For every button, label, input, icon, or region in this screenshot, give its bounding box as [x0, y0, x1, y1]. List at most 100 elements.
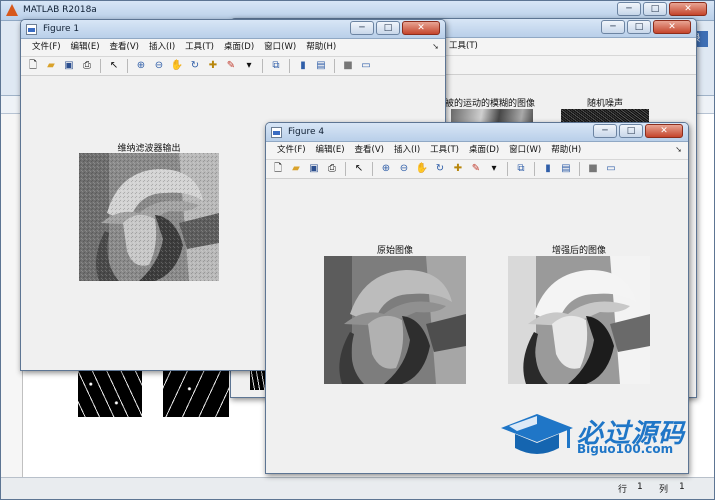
matlab-minimize-button[interactable]: ─ [617, 2, 641, 16]
toolbar-separator [372, 162, 373, 176]
figure4-titlebar[interactable]: Figure 4 ─ □ ✕ [266, 123, 688, 142]
brush-dropdown-icon[interactable]: ▾ [241, 58, 257, 74]
menu-view[interactable]: 查看(V) [350, 143, 389, 158]
legend-icon[interactable]: ▤ [313, 58, 329, 74]
brush-dropdown-icon[interactable]: ▾ [486, 161, 502, 177]
graduation-cap-icon [501, 414, 573, 454]
print-icon[interactable]: ⎙ [79, 58, 95, 74]
menu-file[interactable]: 文件(F) [27, 40, 66, 55]
menu-tools[interactable]: 工具(T) [180, 40, 219, 55]
figure3-title-blurred: 被的运动的模糊的图像 [445, 99, 536, 109]
figure2-edge-image-2 [163, 370, 229, 417]
figure4-title: Figure 4 [288, 127, 325, 137]
figure2-edge-image-1 [78, 370, 142, 417]
figure1-title: Figure 1 [43, 24, 80, 34]
menu-window[interactable]: 窗口(W) [259, 40, 301, 55]
toolbar-separator [100, 59, 101, 73]
toolbar-separator [534, 162, 535, 176]
toolbar-separator [345, 162, 346, 176]
data-cursor-icon[interactable]: ✚ [205, 58, 221, 74]
figure4-menubar: 文件(F) 编辑(E) 查看(V) 插入(I) 工具(T) 桌面(D) 窗口(W… [266, 142, 688, 159]
colorbar-icon[interactable]: ▮ [540, 161, 556, 177]
data-cursor-icon[interactable]: ✚ [450, 161, 466, 177]
hide-tools-icon[interactable]: ■ [585, 161, 601, 177]
menu-view[interactable]: 查看(V) [105, 40, 144, 55]
toolbar-separator [334, 59, 335, 73]
toolbar-separator [262, 59, 263, 73]
figure3-maximize-button[interactable]: □ [627, 20, 651, 34]
save-icon[interactable]: ▣ [306, 161, 322, 177]
status-col-label: 列 [659, 485, 669, 495]
save-icon[interactable]: ▣ [61, 58, 77, 74]
link-icon[interactable]: ⧉ [268, 58, 284, 74]
menu-desktop[interactable]: 桌面(D) [219, 40, 259, 55]
zoom-in-icon[interactable]: ⊕ [133, 58, 149, 74]
toolbar-separator [579, 162, 580, 176]
figure1-toolbar: 🗋 ▰ ▣ ⎙ ↖ ⊕ ⊖ ✋ ↻ ✚ ✎ ▾ ⧉ ▮ ▤ ■ ▭ [21, 56, 445, 76]
menu-help[interactable]: 帮助(H) [546, 143, 586, 158]
toolbar-separator [289, 59, 290, 73]
pointer-icon[interactable]: ↖ [351, 161, 367, 177]
legend-icon[interactable]: ▤ [558, 161, 574, 177]
menu-dock-arrow-icon[interactable]: ➘ [675, 145, 682, 154]
figure1-maximize-button[interactable]: □ [376, 21, 400, 35]
figure4-enhanced-image [508, 256, 650, 384]
figure1-close-button[interactable]: ✕ [402, 21, 440, 35]
menu-desktop[interactable]: 桌面(D) [464, 143, 504, 158]
menu-insert[interactable]: 插入(I) [389, 143, 425, 158]
menu-edit[interactable]: 编辑(E) [66, 40, 105, 55]
figure-window-icon [271, 127, 282, 138]
figure4-close-button[interactable]: ✕ [645, 124, 683, 138]
figure3-close-button[interactable]: ✕ [653, 20, 691, 34]
rotate-icon[interactable]: ↻ [187, 58, 203, 74]
zoom-out-icon[interactable]: ⊖ [151, 58, 167, 74]
pan-icon[interactable]: ✋ [414, 161, 430, 177]
dock-icon[interactable]: ▭ [603, 161, 619, 177]
figure3-menu-tools[interactable]: 工具(T) [444, 39, 483, 54]
figure4-toolbar: 🗋 ▰ ▣ ⎙ ↖ ⊕ ⊖ ✋ ↻ ✚ ✎ ▾ ⧉ ▮ ▤ ■ ▭ [266, 159, 688, 179]
figure4-enhanced-title: 增强后的图像 [551, 246, 606, 256]
brush-icon[interactable]: ✎ [468, 161, 484, 177]
open-folder-icon[interactable]: ▰ [288, 161, 304, 177]
figure3-title-noise: 随机噪声 [587, 99, 624, 109]
menu-edit[interactable]: 编辑(E) [311, 143, 350, 158]
figure1-menubar: 文件(F) 编辑(E) 查看(V) 插入(I) 工具(T) 桌面(D) 窗口(W… [21, 39, 445, 56]
zoom-in-icon[interactable]: ⊕ [378, 161, 394, 177]
figure-window-icon [26, 24, 37, 35]
figure1-minimize-button[interactable]: ─ [350, 21, 374, 35]
status-row-value: 1 [637, 482, 643, 492]
dock-icon[interactable]: ▭ [358, 58, 374, 74]
biguo100-watermark: 必过源码 Biguo100.com [497, 410, 707, 462]
menu-file[interactable]: 文件(F) [272, 143, 311, 158]
menu-insert[interactable]: 插入(I) [144, 40, 180, 55]
open-folder-icon[interactable]: ▰ [43, 58, 59, 74]
pan-icon[interactable]: ✋ [169, 58, 185, 74]
figure1-wiener-output-image [79, 153, 219, 281]
colorbar-icon[interactable]: ▮ [295, 58, 311, 74]
menu-dock-arrow-icon[interactable]: ➘ [432, 42, 439, 51]
figure3-minimize-button[interactable]: ─ [601, 20, 625, 34]
figure4-minimize-button[interactable]: ─ [593, 124, 617, 138]
zoom-out-icon[interactable]: ⊖ [396, 161, 412, 177]
figure4-maximize-button[interactable]: □ [619, 124, 643, 138]
new-file-icon[interactable]: 🗋 [25, 58, 41, 74]
pointer-icon[interactable]: ↖ [106, 58, 122, 74]
figure4-original-image [324, 256, 466, 384]
menu-help[interactable]: 帮助(H) [301, 40, 341, 55]
print-icon[interactable]: ⎙ [324, 161, 340, 177]
menu-tools[interactable]: 工具(T) [425, 143, 464, 158]
figure4-original-title: 原始图像 [376, 246, 413, 256]
matlab-maximize-button[interactable]: □ [643, 2, 667, 16]
watermark-url: Biguo100.com [577, 442, 674, 456]
menu-window[interactable]: 窗口(W) [504, 143, 546, 158]
matlab-close-button[interactable]: ✕ [669, 2, 707, 16]
matlab-title: MATLAB R2018a [23, 5, 97, 15]
matlab-statusbar: 行 1 列 1 [1, 477, 714, 499]
new-file-icon[interactable]: 🗋 [270, 161, 286, 177]
hide-tools-icon[interactable]: ■ [340, 58, 356, 74]
brush-icon[interactable]: ✎ [223, 58, 239, 74]
link-icon[interactable]: ⧉ [513, 161, 529, 177]
rotate-icon[interactable]: ↻ [432, 161, 448, 177]
figure1-titlebar[interactable]: Figure 1 ─ □ ✕ [21, 20, 445, 39]
figure2-edge-image-3 [250, 370, 266, 390]
